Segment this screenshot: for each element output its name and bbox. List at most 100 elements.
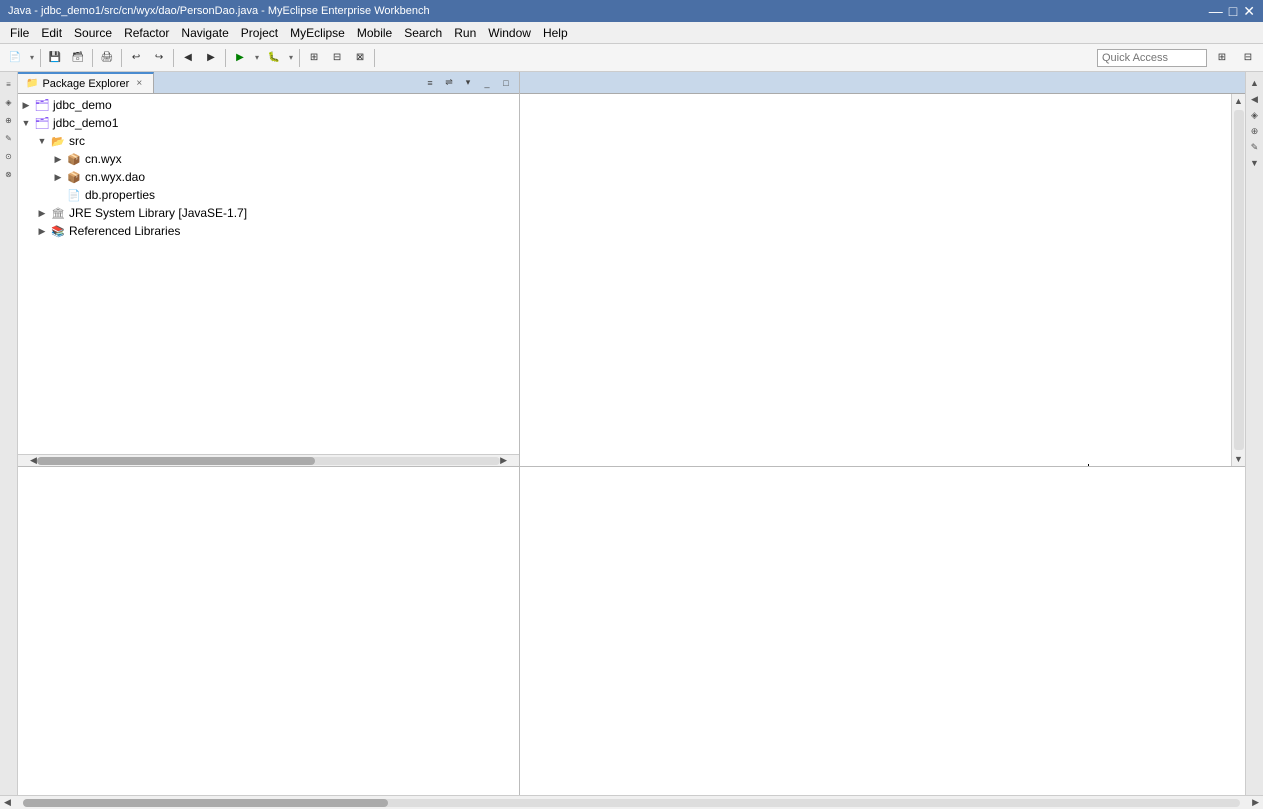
vscroll-down-arrow[interactable]: ▼: [1232, 452, 1245, 466]
package-tab-toolbar: ≡ ⇌ ▾ _ □: [421, 72, 519, 93]
toolbar-save-btn[interactable]: 💾: [44, 47, 66, 69]
panel-maximize-btn[interactable]: □: [497, 74, 515, 92]
bottom-scroll-right-arrow[interactable]: ▶: [1252, 797, 1259, 808]
menu-refactor[interactable]: Refactor: [118, 24, 175, 42]
toolbar-redo-btn[interactable]: ↪: [148, 47, 170, 69]
tree-item-jdbc-demo[interactable]: ▶ 🗂 jdbc_demo: [18, 96, 519, 114]
toolbar-perspective3-btn[interactable]: ⊠: [349, 47, 371, 69]
scroll-right-arrow[interactable]: ▶: [500, 455, 507, 466]
lower-left-section: [18, 467, 519, 795]
left-sidebar-btn-6[interactable]: ⊗: [1, 166, 17, 182]
menu-myeclipse[interactable]: MyEclipse: [284, 24, 351, 42]
editor-content[interactable]: [520, 94, 1231, 466]
tree-label-db-properties: db.properties: [85, 188, 155, 202]
close-button[interactable]: ✕: [1243, 3, 1255, 20]
main-layout: ≡ ◈ ⊕ ✎ ⊙ ⊗ 📁 Package Explorer × ≡ ⇌ ▾ _: [0, 72, 1263, 795]
right-sidebar-btn-3[interactable]: ◈: [1248, 108, 1262, 122]
toolbar-views-btn[interactable]: ⊟: [1237, 47, 1259, 69]
right-sidebar-btn-6[interactable]: ▼: [1248, 156, 1262, 170]
menu-search[interactable]: Search: [398, 24, 448, 42]
menu-window[interactable]: Window: [482, 24, 537, 42]
quick-access-input[interactable]: [1097, 49, 1207, 67]
toolbar-debug-btn[interactable]: 🐛: [263, 47, 285, 69]
toolbar-prev-edit-btn[interactable]: ◀: [177, 47, 199, 69]
tree-toggle-cn-wyx[interactable]: ▶: [50, 151, 66, 167]
right-sidebar: ▲ ◀ ◈ ⊕ ✎ ▼: [1245, 72, 1263, 795]
toolbar-debug-dropdown[interactable]: ▾: [286, 47, 296, 69]
package-tab-close-button[interactable]: ×: [133, 78, 145, 90]
tree-item-db-properties[interactable]: 📄 db.properties: [18, 186, 519, 204]
tree-label-src: src: [69, 134, 85, 148]
menu-navigate[interactable]: Navigate: [175, 24, 234, 42]
vscroll-up-arrow[interactable]: ▲: [1232, 94, 1245, 108]
toolbar-open-perspective-btn[interactable]: ⊞: [303, 47, 325, 69]
menu-edit[interactable]: Edit: [35, 24, 68, 42]
toolbar-undo-btn[interactable]: ↩: [125, 47, 147, 69]
scroll-track[interactable]: [37, 457, 500, 465]
tree-label-jre: JRE System Library [JavaSE-1.7]: [69, 206, 247, 220]
tree-item-cn-wyx-dao[interactable]: ▶ 📦 cn.wyx.dao: [18, 168, 519, 186]
right-sidebar-btn-4[interactable]: ⊕: [1248, 124, 1262, 138]
toolbar-print-btn[interactable]: 🖨: [96, 47, 118, 69]
menu-help[interactable]: Help: [537, 24, 574, 42]
toolbar-new-btn[interactable]: 📄: [4, 47, 26, 69]
toolbar-perspective2-btn[interactable]: ⊟: [326, 47, 348, 69]
tree-item-src[interactable]: ▼ 📂 src: [18, 132, 519, 150]
panel-link-editor-btn[interactable]: ⇌: [440, 74, 458, 92]
maximize-button[interactable]: □: [1229, 3, 1237, 20]
toolbar-new-dropdown[interactable]: ▾: [27, 47, 37, 69]
tree-container[interactable]: ▶ 🗂 jdbc_demo ▼ 🗂 jdbc_demo1 ▼ 📂 src: [18, 94, 519, 454]
package-tab-bar: 📁 Package Explorer × ≡ ⇌ ▾ _ □: [18, 72, 519, 94]
menu-run[interactable]: Run: [448, 24, 482, 42]
tree-item-cn-wyx[interactable]: ▶ 📦 cn.wyx: [18, 150, 519, 168]
tree-toggle-jdbc-demo1[interactable]: ▼: [18, 115, 34, 131]
tree-item-jdbc-demo1[interactable]: ▼ 🗂 jdbc_demo1: [18, 114, 519, 132]
right-sidebar-btn-2[interactable]: ◀: [1248, 92, 1262, 106]
toolbar: 📄 ▾ 💾 🗃 🖨 ↩ ↪ ◀ ▶ ▶ ▾ 🐛 ▾ ⊞ ⊟ ⊠ ⊞ ⊟: [0, 44, 1263, 72]
properties-icon: 📄: [66, 187, 82, 203]
toolbar-save-all-btn[interactable]: 🗃: [67, 47, 89, 69]
tree-label-cn-wyx: cn.wyx: [85, 152, 122, 166]
toolbar-run-btn[interactable]: ▶: [229, 47, 251, 69]
scroll-left-arrow[interactable]: ◀: [30, 455, 37, 466]
scroll-thumb[interactable]: [37, 457, 315, 465]
left-sidebar-btn-5[interactable]: ⊙: [1, 148, 17, 164]
editor-tab-bar: [520, 72, 1245, 94]
title-text: Java - jdbc_demo1/src/cn/wyx/dao/PersonD…: [8, 5, 430, 17]
toolbar-next-edit-btn[interactable]: ▶: [200, 47, 222, 69]
right-sidebar-btn-5[interactable]: ✎: [1248, 140, 1262, 154]
left-sidebar-btn-2[interactable]: ◈: [1, 94, 17, 110]
right-sidebar-btn-1[interactable]: ▲: [1248, 76, 1262, 90]
menu-file[interactable]: File: [4, 24, 35, 42]
left-sidebar-btn-3[interactable]: ⊕: [1, 112, 17, 128]
tree-toggle-dao[interactable]: ▶: [50, 169, 66, 185]
left-sidebar-btn-4[interactable]: ✎: [1, 130, 17, 146]
editor-lower-section: [520, 467, 1245, 795]
toolbar-run-dropdown[interactable]: ▾: [252, 47, 262, 69]
left-sidebar-btn-1[interactable]: ≡: [1, 76, 17, 92]
tree-toggle-src[interactable]: ▼: [34, 133, 50, 149]
minimize-button[interactable]: —: [1209, 3, 1223, 20]
tree-label-jdbc-demo: jdbc_demo: [53, 98, 112, 112]
toolbar-perspectives-btn[interactable]: ⊞: [1211, 47, 1233, 69]
menu-mobile[interactable]: Mobile: [351, 24, 398, 42]
menu-source[interactable]: Source: [68, 24, 118, 42]
bottom-scroll-thumb[interactable]: [23, 799, 388, 807]
panel-minimize-btn[interactable]: _: [478, 74, 496, 92]
menu-project[interactable]: Project: [235, 24, 284, 42]
vscroll-track[interactable]: [1234, 110, 1244, 450]
tree-item-jre[interactable]: ▶ 🏛 JRE System Library [JavaSE-1.7]: [18, 204, 519, 222]
tree-horizontal-scrollbar[interactable]: ◀ ▶: [18, 454, 519, 466]
editor-vertical-scrollbar[interactable]: ▲ ▼: [1231, 94, 1245, 466]
bottom-scroll-left-arrow[interactable]: ◀: [4, 797, 11, 808]
tree-toggle-jdbc-demo[interactable]: ▶: [18, 97, 34, 113]
tree-item-reflibs[interactable]: ▶ 📚 Referenced Libraries: [18, 222, 519, 240]
text-cursor: [1088, 464, 1089, 466]
package-explorer-tab[interactable]: 📁 Package Explorer ×: [18, 72, 154, 93]
title-bar-controls: — □ ✕: [1209, 3, 1255, 20]
panel-collapse-all-btn[interactable]: ≡: [421, 74, 439, 92]
bottom-scroll-track[interactable]: [23, 799, 1240, 807]
tree-toggle-reflibs[interactable]: ▶: [34, 223, 50, 239]
tree-toggle-jre[interactable]: ▶: [34, 205, 50, 221]
panel-view-menu-btn[interactable]: ▾: [459, 74, 477, 92]
